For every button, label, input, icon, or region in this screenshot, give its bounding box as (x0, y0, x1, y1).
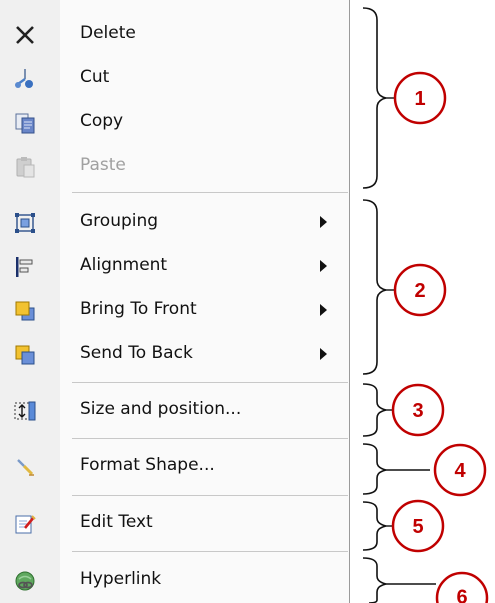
brace-1 (362, 7, 387, 189)
brace-group (362, 7, 387, 603)
annotation-overlay: 1 2 3 4 5 6 (362, 7, 489, 603)
brace-3 (362, 383, 387, 437)
brace-4 (362, 443, 387, 495)
brace-2 (362, 199, 387, 375)
callout-number-2: 2 (414, 280, 425, 302)
callout-number-3: 3 (412, 400, 423, 422)
brace-5 (362, 501, 387, 551)
callout-number-1: 1 (414, 88, 425, 110)
callout-number-4: 4 (454, 460, 466, 482)
callout-circles (391, 71, 489, 603)
brace-6 (362, 557, 387, 603)
callout-number-6: 6 (456, 586, 467, 603)
callout-number-5: 5 (412, 516, 423, 538)
